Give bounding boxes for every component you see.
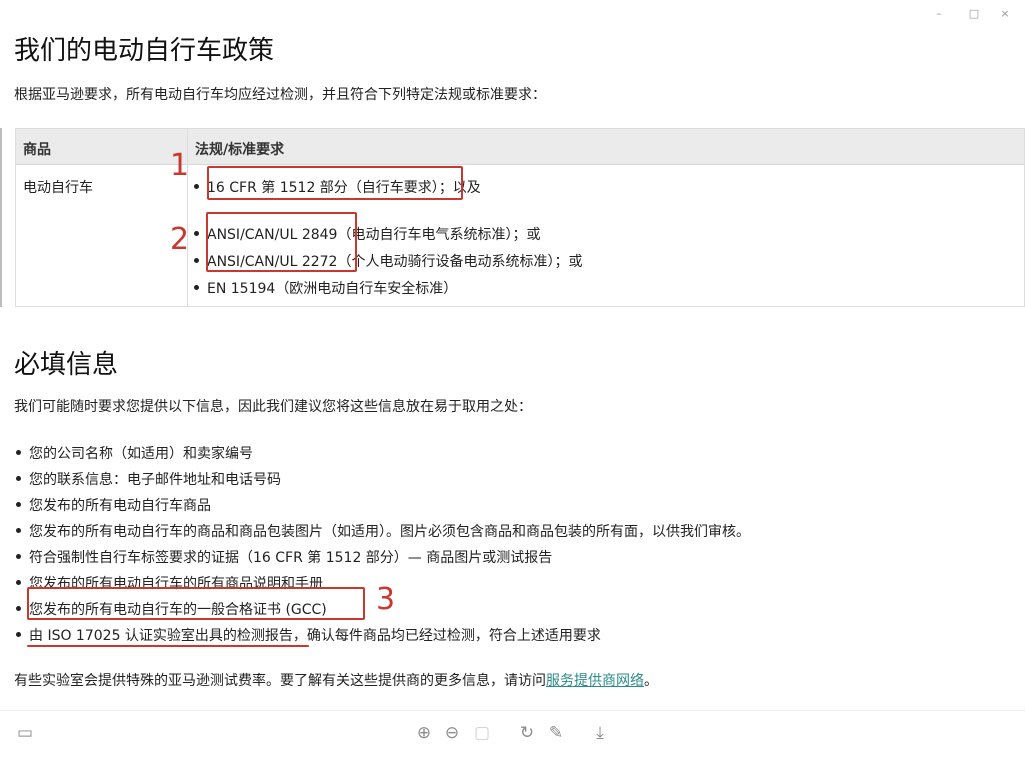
requirement-item: EN 15194（欧洲电动自行车安全标准） [194,278,457,298]
bullet-dot [194,230,199,236]
highlight-underline [27,645,309,647]
bullet-dot [194,284,199,290]
footer-note: 有些实验室会提供特殊的亚马逊测试费率。要了解有关这些提供商的更多信息，请访问服务… [14,670,658,690]
annotation-number-3: 3 [376,582,396,617]
policy-title: 我们的电动自行车政策 [14,36,275,66]
edit-icon[interactable]: ✎ [544,721,568,745]
download-icon[interactable]: ⤓ [588,721,612,745]
highlight-box-3 [27,587,365,620]
document-viewport: 我们的电动自行车政策 根据亚马逊要求，所有电动自行车均应经过检测，并且符合下列特… [0,0,1025,710]
bullet-dot [16,475,21,481]
list-item: 您发布的所有电动自行车商品 [16,495,211,515]
requirement-suffix: （电动自行车电气系统标准）；或 [337,227,541,243]
header-product: 商品 [23,142,51,158]
bullet-dot [16,553,21,559]
bullet-dot [16,449,21,455]
footer-text: 有些实验室会提供特殊的亚马逊测试费率。要了解有关这些提供商的更多信息，请访问 [14,673,546,689]
bullet-dot [16,501,21,507]
requirement-suffix: （欧洲电动自行车安全标准） [275,281,458,297]
list-item-text: 符合强制性自行车标签要求的证据（16 CFR 第 1512 部分）— 商品图片或… [29,550,553,566]
bottom-toolbar: ▭ ⊕ ⊖ ▢ ↻ ✎ ⤓ [0,710,1025,763]
annotation-number-1: 1 [170,148,190,183]
regulation-table: 商品 法规/标准要求 电动自行车 16 CFR 第 1512 部分（自行车要求）… [15,128,1025,307]
bullet-dot [16,631,21,637]
requirement-code: EN 15194 [207,281,276,297]
list-item-text: 您的公司名称（如适用）和卖家编号 [29,446,253,462]
table-header: 商品 法规/标准要求 [16,129,1024,165]
footer-period: 。 [644,673,658,689]
highlight-box-1 [207,166,463,200]
rotate-icon[interactable]: ↻ [515,721,539,745]
panel-icon[interactable]: ▭ [13,721,37,745]
bullet-dot [194,183,199,189]
list-item: 您发布的所有电动自行车的商品和商品包装图片（如适用）。图片必须包含商品和商品包装… [16,521,750,541]
bullet-dot [16,579,21,585]
list-item-text: 您发布的所有电动自行车商品 [29,498,211,514]
zoom-out-icon[interactable]: ⊖ [440,721,464,745]
list-item: 您的联系信息：电子邮件地址和电话号码 [16,469,281,489]
bullet-dot [16,527,21,533]
list-item-text: 您的联系信息：电子邮件地址和电话号码 [29,472,281,488]
annotation-number-2: 2 [170,222,190,257]
left-rule [0,128,2,307]
bullet-dot [16,605,21,611]
list-item-text: 您发布的所有电动自行车的商品和商品包装图片（如适用）。图片必须包含商品和商品包装… [29,524,750,540]
policy-intro: 根据亚马逊要求，所有电动自行车均应经过检测，并且符合下列特定法规或标准要求： [14,87,546,103]
fit-page-icon[interactable]: ▢ [470,721,494,745]
header-requirement: 法规/标准要求 [195,142,285,158]
requirement-suffix: （个人电动骑行设备电动系统标准）；或 [337,254,583,270]
list-item: 由 ISO 17025 认证实验室出具的检测报告，确认每件商品均已经过检测，符合… [16,625,601,645]
required-title: 必填信息 [14,350,119,380]
list-item: 符合强制性自行车标签要求的证据（16 CFR 第 1512 部分）— 商品图片或… [16,547,552,567]
highlight-box-2 [206,212,357,272]
service-provider-link[interactable]: 服务提供商网络 [546,673,644,689]
zoom-in-icon[interactable]: ⊕ [412,721,436,745]
required-intro: 我们可能随时要求您提供以下信息，因此我们建议您将这些信息放在易于取用之处： [14,399,532,415]
list-item-text: 由 ISO 17025 认证实验室出具的检测报告，确认每件商品均已经过检测，符合… [29,628,601,644]
list-item: 您的公司名称（如适用）和卖家编号 [16,443,253,463]
product-cell: 电动自行车 [23,180,93,196]
bullet-dot [194,257,199,263]
